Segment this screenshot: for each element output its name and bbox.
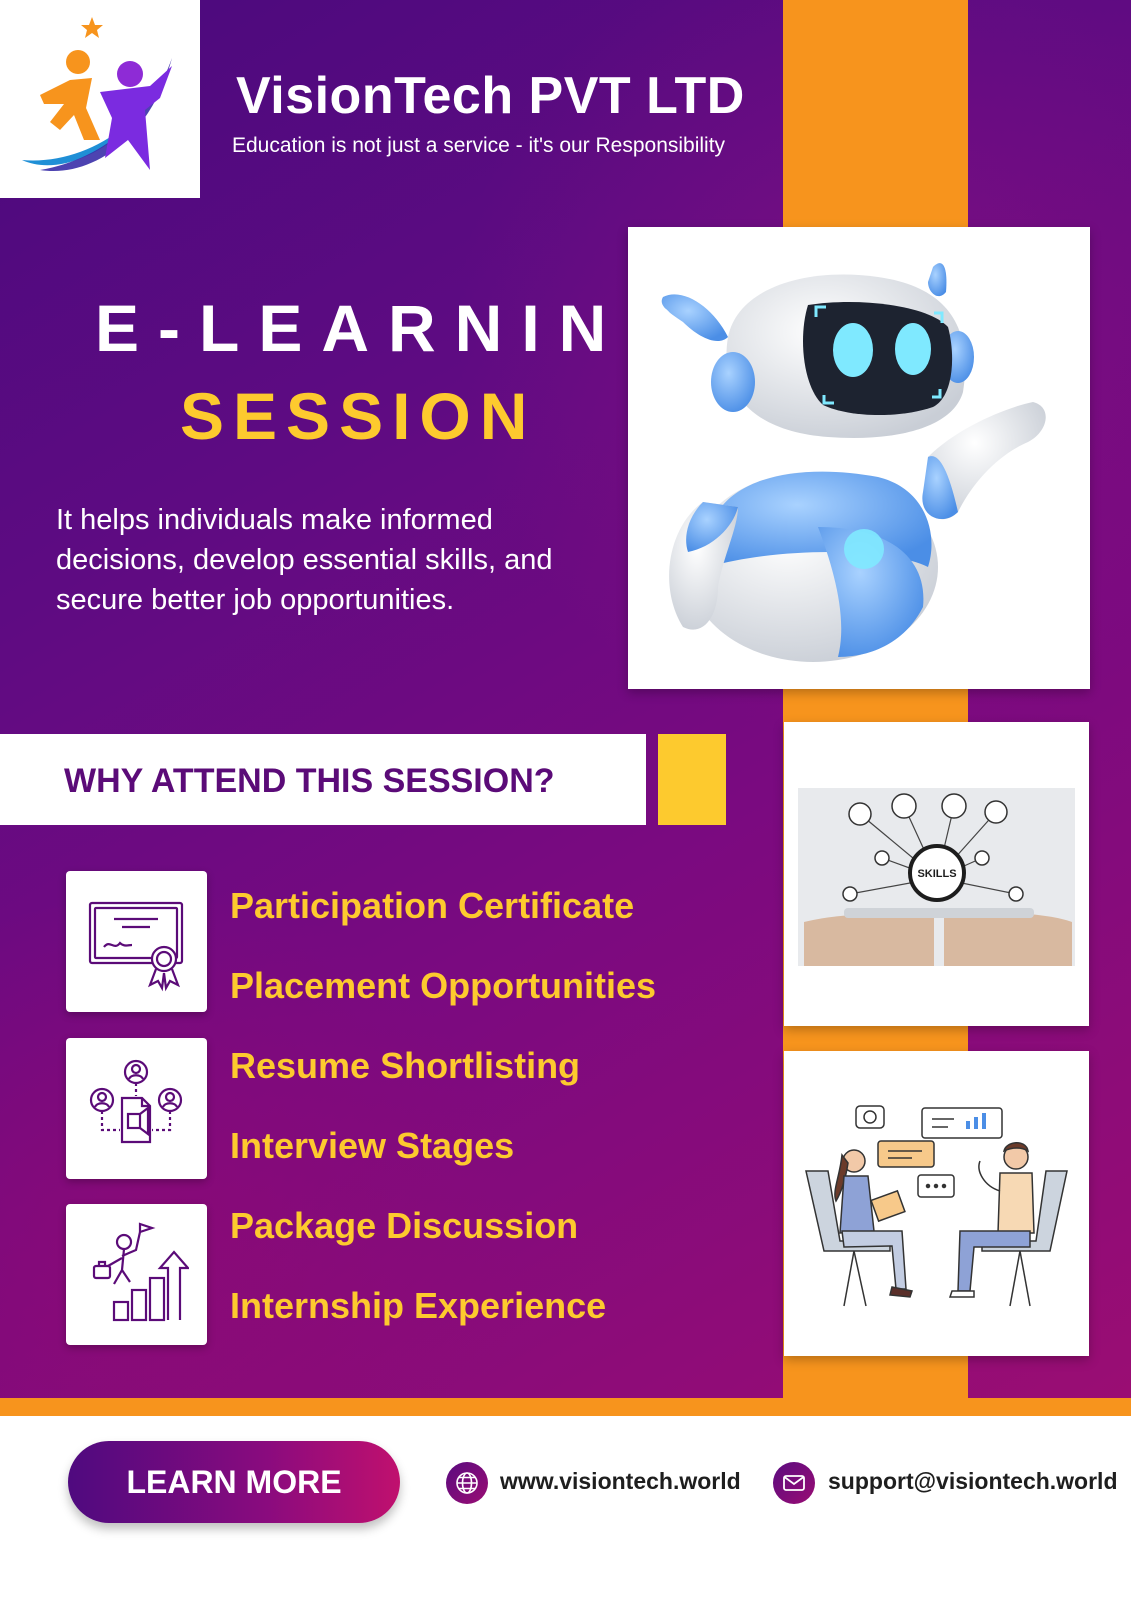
learn-more-button[interactable]: LEARN MORE (68, 1441, 400, 1523)
network-card (66, 1038, 207, 1179)
interview-photo-card (784, 1051, 1089, 1356)
yellow-accent-square (658, 734, 726, 825)
website-icon-badge (446, 1462, 488, 1504)
robot-illustration (661, 263, 1046, 662)
why-heading: WHY ATTEND THIS SESSION? (64, 762, 555, 800)
skills-illustration: SKILLS (798, 788, 1075, 966)
certificate-icon (88, 901, 184, 992)
email-icon-badge (773, 1462, 815, 1504)
globe-icon (456, 1472, 478, 1494)
intro-text: It helps individuals make informed decis… (56, 504, 553, 616)
tagline: Education is not just a service - it's o… (232, 134, 726, 157)
interview-illustration (805, 1105, 1068, 1307)
title-line-2: SESSION (180, 379, 537, 453)
benefit-item: Interview Stages (230, 1125, 515, 1166)
benefit-item: Package Discussion (230, 1205, 579, 1246)
company-name: VisionTech PVT LTD (236, 67, 745, 125)
logo (0, 0, 200, 198)
email-link[interactable]: support@visiontech.world (828, 1468, 1118, 1495)
growth-card (66, 1204, 207, 1345)
benefit-item: Participation Certificate (230, 885, 635, 926)
mail-icon (783, 1475, 805, 1491)
poster: VisionTech PVT LTD Education is not just… (0, 0, 1131, 1600)
orange-divider-strip (0, 1398, 1131, 1416)
logo-star-figures-icon (22, 17, 172, 172)
certificate-card (66, 871, 207, 1012)
skills-label: SKILLS (917, 868, 956, 880)
title-line-1: E-LEARNING (95, 291, 696, 365)
benefit-item: Resume Shortlisting (230, 1045, 581, 1086)
skills-photo-card: SKILLS (784, 722, 1089, 1026)
website-link[interactable]: www.visiontech.world (500, 1468, 741, 1495)
career-growth-icon (92, 1222, 189, 1322)
robot-image-card (628, 227, 1090, 689)
network-people-icon (89, 1059, 183, 1144)
benefit-item: Internship Experience (230, 1285, 607, 1326)
benefit-item: Placement Opportunities (230, 965, 657, 1006)
